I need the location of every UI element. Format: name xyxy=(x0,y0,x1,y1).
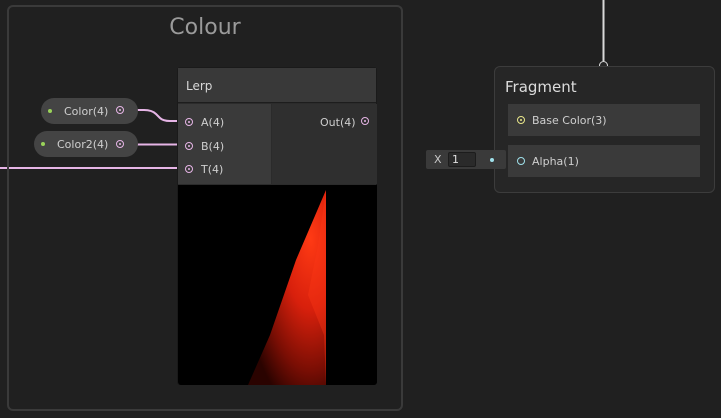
color-property-label: Color(4) xyxy=(64,105,109,118)
input-port-t[interactable] xyxy=(185,165,193,173)
input-port-b[interactable] xyxy=(185,142,193,150)
color2-property-label: Color2(4) xyxy=(57,138,109,151)
property-indicator xyxy=(41,142,45,146)
alpha-label: Alpha(1) xyxy=(532,155,579,168)
alpha-value-field[interactable]: X 1 xyxy=(426,150,506,169)
color2-property-node[interactable]: Color2(4) xyxy=(34,131,138,157)
preview-image xyxy=(248,190,326,385)
property-indicator xyxy=(48,109,52,113)
input-label-t: T(4) xyxy=(201,163,224,176)
output-port[interactable] xyxy=(361,117,369,125)
fragment-node[interactable]: Fragment Base Color(3) Alpha(1) xyxy=(494,66,715,193)
x-axis-label: X xyxy=(434,153,442,166)
color-output-port[interactable] xyxy=(116,106,124,114)
color2-output-port[interactable] xyxy=(116,140,124,148)
base-color-port[interactable] xyxy=(517,116,525,124)
group-title: Colour xyxy=(169,15,241,40)
alpha-port[interactable] xyxy=(517,157,525,165)
field-output-dot xyxy=(490,158,494,162)
alpha-slot[interactable]: Alpha(1) xyxy=(508,145,700,177)
lerp-title: Lerp xyxy=(186,79,213,93)
lerp-node[interactable]: Lerp A(4) B(4) T(4) Out(4) xyxy=(177,67,377,385)
color-property-node[interactable]: Color(4) xyxy=(41,98,138,124)
node-preview xyxy=(178,185,377,385)
output-label: Out(4) xyxy=(320,116,356,129)
input-label-b: B(4) xyxy=(201,140,225,153)
lerp-output-slots: Out(4) xyxy=(272,104,377,184)
input-label-a: A(4) xyxy=(201,116,225,129)
base-color-label: Base Color(3) xyxy=(532,114,607,127)
lerp-input-slots: A(4) B(4) T(4) xyxy=(178,104,271,184)
base-color-slot[interactable]: Base Color(3) xyxy=(508,104,700,136)
input-port-a[interactable] xyxy=(185,118,193,126)
lerp-header[interactable]: Lerp xyxy=(178,68,376,103)
fragment-title: Fragment xyxy=(505,78,577,96)
alpha-number-input[interactable]: 1 xyxy=(448,152,476,167)
